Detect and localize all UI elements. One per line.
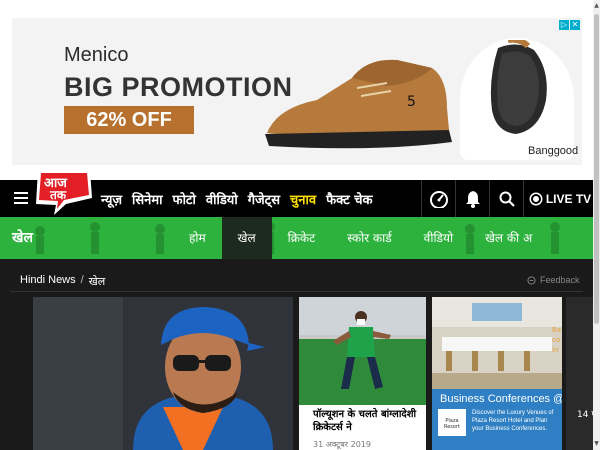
nav-item-photo[interactable]: फोटो xyxy=(173,190,196,208)
tab-sports[interactable]: खेल xyxy=(221,217,272,259)
feedback-icon xyxy=(527,275,536,285)
main-nav: न्यूज़ सिनेमा फोटो वीडियो गैजेट्स चुनाव … xyxy=(101,180,373,217)
nav-item-gadgets[interactable]: गैजेट्स xyxy=(248,190,280,208)
sponsored-card-description: Discover the Luxury Venues of Plaza Reso… xyxy=(472,410,554,432)
section-title: खेल xyxy=(12,230,33,246)
sponsored-card-title: Business Conferences @ Pl xyxy=(440,393,562,405)
svg-text:5: 5 xyxy=(407,94,416,110)
main-content: Hindi News / खेल Feedback पॉल्यूशन के चल… xyxy=(0,259,593,450)
ad-banner-area: Menico BIG PROMOTION 62% OFF 5 Banggood … xyxy=(0,0,600,180)
search-icon[interactable] xyxy=(489,180,523,217)
hero-photo xyxy=(33,297,293,450)
tab-scorecard[interactable]: स्कोर कार्ड xyxy=(331,217,407,259)
conference-room-image xyxy=(432,297,562,389)
ad-brand: Menico xyxy=(64,44,129,66)
hero-story-image[interactable] xyxy=(33,297,293,450)
bell-icon[interactable] xyxy=(455,180,489,217)
tab-home[interactable]: होम xyxy=(173,217,222,259)
header-actions: LIVE TV xyxy=(421,180,598,217)
live-tv-button[interactable]: LIVE TV xyxy=(523,180,598,217)
sponsored-card[interactable]: Business Conferences @ Pl Plaza Resort D… xyxy=(432,297,562,450)
divider xyxy=(10,291,583,292)
nav-item-election[interactable]: चुनाव xyxy=(290,190,316,208)
ad-banner[interactable]: Menico BIG PROMOTION 62% OFF 5 Banggood … xyxy=(12,18,582,165)
scroll-up-arrow-icon[interactable]: ▲ xyxy=(593,2,600,10)
tab-more[interactable]: खेल की अ xyxy=(469,217,548,259)
story-card-image xyxy=(299,297,426,405)
live-tv-label: LIVE TV xyxy=(545,191,592,206)
ad-partner-logo: Banggood xyxy=(528,145,579,157)
section-bar: खेल होम खेल क्रिकेट स्कोर कार्ड वीडियो ख… xyxy=(0,217,593,259)
tab-cricket[interactable]: क्रिकेट xyxy=(272,217,332,259)
shoe-sole-image xyxy=(490,40,547,134)
ad-choices[interactable]: ▷ ✕ xyxy=(559,20,580,30)
page-scrollbar[interactable]: ▲ ▼ xyxy=(593,0,600,450)
feedback-label: Feedback xyxy=(540,275,580,285)
breadcrumb: Hindi News / खेल xyxy=(20,274,105,289)
nav-item-news[interactable]: न्यूज़ xyxy=(101,190,122,208)
speedometer-icon[interactable] xyxy=(421,180,455,217)
shoe-image: 5 xyxy=(265,59,452,149)
nav-item-fact-check[interactable]: फैक्ट चेक xyxy=(326,190,372,208)
breadcrumb-separator: / xyxy=(80,274,84,286)
section-tabs: होम खेल क्रिकेट स्कोर कार्ड वीडियो खेल क… xyxy=(173,217,548,259)
story-card[interactable]: पॉल्यूशन के चलते बांग्लादेशी क्रिकेटर्स … xyxy=(299,297,426,450)
feedback-button[interactable]: Feedback xyxy=(527,275,580,285)
sponsored-card-info: Business Conferences @ Pl Plaza Resort D… xyxy=(432,389,562,450)
story-card-title[interactable]: पॉल्यूशन के चलते बांग्लादेशी क्रिकेटर्स … xyxy=(313,408,418,434)
ad-close-icon[interactable]: ✕ xyxy=(570,20,580,30)
live-dot-icon xyxy=(530,193,541,204)
story-card-date: 31 अक्टूबर 2019 xyxy=(313,440,371,449)
ad-discount-badge: 62% OFF xyxy=(64,106,194,134)
aajtak-logo[interactable]: आज तक xyxy=(34,168,94,216)
nav-item-video[interactable]: वीडियो xyxy=(206,190,238,208)
breadcrumb-current: खेल xyxy=(88,276,106,288)
nav-item-cinema[interactable]: सिनेमा xyxy=(132,190,163,208)
breadcrumb-home[interactable]: Hindi News xyxy=(20,274,76,289)
sponsored-card-side-text: Ba co in xyxy=(552,326,562,354)
hamburger-menu-icon[interactable] xyxy=(14,192,28,204)
next-story-text: 14 पृ xyxy=(577,410,593,420)
scroll-thumb[interactable] xyxy=(594,14,599,324)
ad-info-icon[interactable]: ▷ xyxy=(559,20,569,30)
scroll-down-arrow-icon[interactable]: ▼ xyxy=(593,440,600,448)
next-story-card[interactable]: 14 पृ xyxy=(566,297,593,450)
sponsor-logo: Plaza Resort xyxy=(438,409,466,436)
tab-video[interactable]: वीडियो xyxy=(408,217,469,259)
svg-text:तक: तक xyxy=(49,188,67,202)
